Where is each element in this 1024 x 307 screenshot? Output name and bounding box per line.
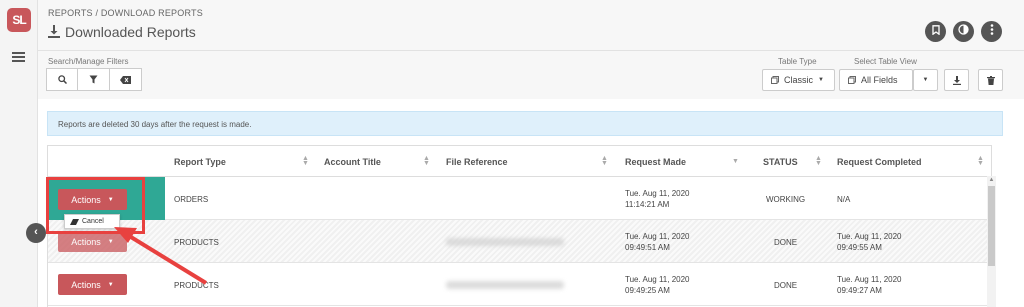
report-type: PRODUCTS <box>174 281 219 290</box>
actions-label: Actions <box>71 236 101 247</box>
collapse-sidebar-button[interactable]: ‹ <box>26 223 46 243</box>
content-panel: Reports are deleted 30 days after the re… <box>38 99 1024 307</box>
sort-icon[interactable]: ▲ ▼ <box>302 155 309 167</box>
breadcrumb: REPORTS / DOWNLOAD REPORTS <box>48 8 203 18</box>
table-header: Report Type ▲ ▼ Account Title ▲ ▼ File Ref… <box>48 146 991 177</box>
filter-button-group <box>46 68 142 91</box>
caret-down-icon: ▼ <box>107 238 114 245</box>
status-text: DONE <box>774 238 798 247</box>
filter-button[interactable] <box>78 68 110 91</box>
more-options-button[interactable] <box>981 21 1002 42</box>
actions-button[interactable]: Actions ▼ <box>58 274 127 295</box>
col-status[interactable]: STATUS <box>763 157 798 167</box>
clear-filter-icon <box>120 75 131 84</box>
request-completed-time: 09:49:55 AM <box>837 243 882 252</box>
clear-filter-button[interactable] <box>110 68 142 91</box>
search-icon <box>57 75 67 84</box>
table-row[interactable]: Actions ▼ PRODUCTS Tue. Aug 11, 2020 09:… <box>48 263 991 306</box>
file-reference-redacted <box>446 238 564 246</box>
col-request-made[interactable]: Request Made <box>625 157 686 167</box>
status-text: WORKING <box>766 195 806 204</box>
status-text: DONE <box>774 281 798 290</box>
app-logo[interactable]: SL <box>7 8 31 32</box>
page-title-text: Downloaded Reports <box>65 24 196 40</box>
col-request-completed[interactable]: Request Completed <box>837 157 922 167</box>
copy-icon <box>848 76 856 84</box>
caret-down-icon: ▼ <box>922 77 929 83</box>
table-row[interactable]: Actions ▼ ORDERS Tue. Aug 11, 2020 11:14… <box>48 177 991 229</box>
table-type-value: Classic <box>784 75 814 85</box>
request-completed-date: Tue. Aug 11, 2020 <box>837 232 902 241</box>
caret-down-icon: ▼ <box>818 77 824 83</box>
request-made-time: 09:49:25 AM <box>625 286 670 295</box>
header-divider <box>38 50 1024 51</box>
contrast-icon <box>958 24 969 35</box>
filters-label: Search/Manage Filters <box>48 57 129 66</box>
download-icon <box>48 25 60 38</box>
table-view-value: All Fields <box>861 75 898 85</box>
bookmark-button[interactable] <box>925 21 946 42</box>
actions-label: Actions <box>71 279 101 290</box>
left-rail: SL <box>0 0 38 307</box>
table-scrollbar[interactable]: ▲ <box>987 176 996 307</box>
search-button[interactable] <box>46 68 78 91</box>
col-account-title[interactable]: Account Title <box>324 157 381 167</box>
reports-table: Report Type ▲ ▼ Account Title ▲ ▼ File Ref… <box>47 145 992 307</box>
filter-icon <box>89 75 98 84</box>
scroll-thumb[interactable] <box>988 186 995 266</box>
table-row[interactable]: Actions ▼ PRODUCTS Tue. Aug 11, 2020 09:… <box>48 220 991 263</box>
kebab-icon <box>990 24 993 35</box>
table-view-label: Select Table View <box>854 57 917 66</box>
request-made-time: 09:49:51 AM <box>625 243 670 252</box>
sort-icon[interactable]: ▲ ▼ <box>977 155 984 167</box>
sort-icon[interactable]: ▲ ▼ <box>423 155 430 167</box>
copy-icon <box>771 76 779 84</box>
table-view-caret-button[interactable]: ▼ <box>913 69 938 91</box>
file-reference-redacted <box>446 281 564 289</box>
actions-button[interactable]: Actions ▼ <box>58 231 127 252</box>
table-type-dropdown[interactable]: Classic ▼ <box>762 69 835 91</box>
trash-icon <box>986 75 995 85</box>
caret-down-icon: ▼ <box>107 281 114 288</box>
sort-desc-icon[interactable]: ▼ <box>732 158 739 165</box>
report-type: PRODUCTS <box>174 238 219 247</box>
theme-toggle-button[interactable] <box>953 21 974 42</box>
sort-icon[interactable]: ▲ ▼ <box>815 155 822 167</box>
table-type-label: Table Type <box>778 57 817 66</box>
request-made-date: Tue. Aug 11, 2020 <box>625 275 690 284</box>
table-view-dropdown[interactable]: All Fields <box>839 69 913 91</box>
annotation-highlight-box <box>46 177 145 234</box>
col-file-reference[interactable]: File Reference <box>446 157 508 167</box>
request-made-date: Tue. Aug 11, 2020 <box>625 232 690 241</box>
scroll-up-icon[interactable]: ▲ <box>987 176 996 185</box>
report-type: ORDERS <box>174 195 209 204</box>
col-report-type[interactable]: Report Type <box>174 157 226 167</box>
retention-notice: Reports are deleted 30 days after the re… <box>47 111 1003 136</box>
request-made-time: 11:14:21 AM <box>625 200 670 209</box>
main-area: REPORTS / DOWNLOAD REPORTS Downloaded Re… <box>38 0 1024 307</box>
request-completed: N/A <box>837 195 851 204</box>
chevron-left-icon: ‹ <box>34 226 38 238</box>
bookmark-icon <box>931 25 940 36</box>
request-completed-time: 09:49:27 AM <box>837 286 882 295</box>
export-button[interactable] <box>944 69 969 91</box>
download-icon <box>952 75 961 85</box>
sort-icon[interactable]: ▲ ▼ <box>601 155 608 167</box>
delete-button[interactable] <box>978 69 1003 91</box>
page-title: Downloaded Reports <box>48 24 196 40</box>
menu-icon[interactable] <box>12 52 25 62</box>
request-made-date: Tue. Aug 11, 2020 <box>625 189 690 198</box>
request-completed-date: Tue. Aug 11, 2020 <box>837 275 902 284</box>
